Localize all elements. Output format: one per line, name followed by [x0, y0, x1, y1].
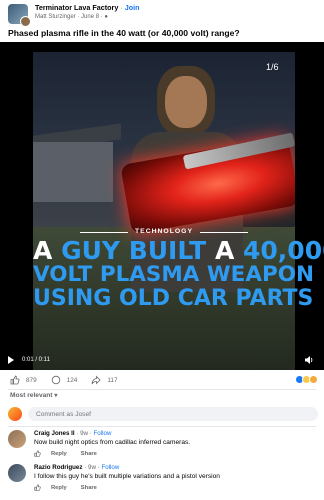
post-text: Phased plasma rifle in the 40 watt (or 4…	[8, 28, 240, 38]
comment-item: Razio Rodriguez · 9w · Follow I follow t…	[8, 464, 318, 498]
post-date[interactable]: June 8	[81, 14, 99, 20]
slide-counter: 1/6	[266, 62, 279, 72]
tech-label: TECHNOLOGY	[135, 228, 193, 235]
like-icon[interactable]	[34, 484, 41, 491]
speaker-icon[interactable]	[304, 355, 314, 365]
reactions-bar: 879 124 117	[0, 372, 324, 388]
like-count: 879	[26, 376, 37, 384]
follow-button[interactable]: Follow	[101, 464, 119, 471]
share-group[interactable]: 117	[91, 375, 118, 385]
like-icon[interactable]	[34, 450, 41, 457]
wow-reaction-icon	[309, 375, 318, 384]
comment-actions: Reply Share	[34, 450, 318, 457]
sort-label: Most relevant	[10, 392, 53, 399]
video-frame	[33, 52, 295, 370]
comment-author[interactable]: Craig Jones II	[34, 430, 75, 437]
share-count: 117	[107, 376, 118, 384]
video-headline: A GUY BUILT A 40,000 VOLT PLASMA WEAPON …	[33, 236, 324, 311]
comment-actions: Reply Share	[34, 484, 318, 491]
comment-composer	[8, 406, 318, 422]
share-button[interactable]: Share	[81, 451, 97, 457]
share-icon	[91, 375, 101, 385]
video-player[interactable]	[0, 42, 324, 370]
follow-button[interactable]: Follow	[94, 430, 112, 437]
comment-group[interactable]: 124	[51, 375, 78, 385]
audience-icon: ●	[104, 13, 109, 20]
sort-dropdown[interactable]: Most relevant ▾	[10, 392, 57, 399]
comment-item: Craig Jones II · 9w · Follow Now build n…	[8, 430, 318, 460]
comment-time: 9w	[88, 464, 96, 471]
video-time: 0:01 / 0:11	[22, 357, 50, 363]
header-text: Terminator Lava Factory · Join Matt Stur…	[35, 4, 140, 21]
post-author[interactable]: Matt Sturzinger	[35, 14, 76, 20]
commenter-avatar[interactable]	[8, 430, 26, 448]
group-avatar[interactable]	[8, 4, 31, 27]
comment-text: Now build night optics from cadillac inf…	[34, 439, 191, 446]
join-link[interactable]: Join	[125, 3, 140, 12]
group-name[interactable]: Terminator Lava Factory	[35, 3, 118, 12]
post-header: Terminator Lava Factory · Join Matt Stur…	[8, 4, 318, 27]
current-user-avatar	[8, 407, 22, 421]
header-line1: Terminator Lava Factory · Join	[35, 3, 140, 12]
comment-icon	[51, 375, 60, 385]
comment-input[interactable]	[28, 407, 318, 421]
comment-text: I follow this guy he's built multiple va…	[34, 473, 220, 480]
play-icon[interactable]	[8, 356, 14, 364]
comment-author[interactable]: Razio Rodriguez	[34, 464, 82, 471]
video-controls: 0:01 / 0:11	[8, 354, 318, 366]
commenter-avatar[interactable]	[8, 464, 26, 482]
author-avatar[interactable]	[20, 16, 31, 27]
like-icon	[10, 375, 20, 385]
like-group[interactable]: 879	[10, 375, 37, 385]
reply-button[interactable]: Reply	[51, 451, 67, 457]
reaction-emojis[interactable]	[295, 375, 318, 384]
comment-time: 9w	[80, 430, 89, 437]
header-line2: Matt Sturzinger · June 8 · ●	[35, 13, 109, 20]
chevron-down-icon: ▾	[54, 393, 58, 399]
reply-button[interactable]: Reply	[51, 485, 67, 491]
share-button[interactable]: Share	[81, 485, 97, 491]
comment-count: 124	[66, 376, 78, 384]
